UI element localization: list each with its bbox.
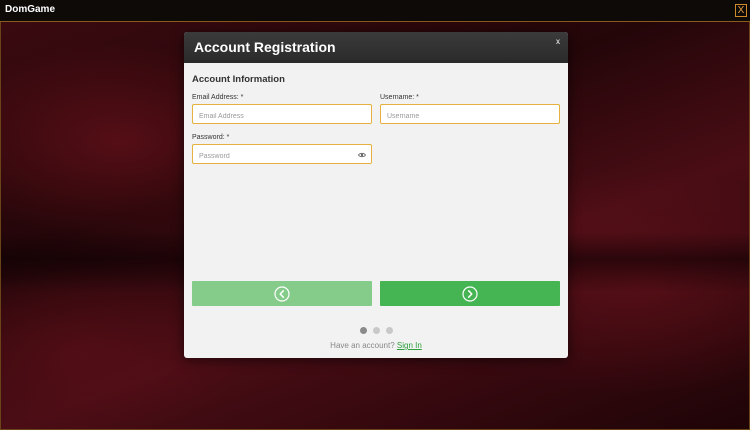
username-input[interactable]: [381, 107, 559, 126]
password-label: Password: *: [192, 134, 230, 141]
step-dot-1[interactable]: [359, 327, 367, 334]
email-input[interactable]: [193, 107, 371, 126]
modal-header: Account Registration x: [184, 32, 568, 63]
password-field-box: [192, 144, 372, 166]
modal-close-button[interactable]: x: [556, 37, 560, 46]
modal-title: Account Registration: [194, 39, 336, 55]
section-title: Account Information: [192, 74, 285, 85]
username-field-box: [380, 104, 560, 126]
step-dot-2[interactable]: [372, 327, 380, 334]
email-field-box: [192, 104, 372, 126]
password-input[interactable]: [193, 147, 371, 166]
signin-link[interactable]: Sign In: [397, 341, 422, 350]
previous-step-button[interactable]: [192, 281, 372, 306]
registration-modal: Account Registration x Account Informati…: [184, 32, 568, 358]
next-step-button[interactable]: [380, 281, 560, 306]
chevron-left-circle-icon: [274, 285, 290, 302]
eye-icon[interactable]: [358, 151, 366, 159]
email-label: Email Address: *: [192, 94, 244, 101]
step-dot-3[interactable]: [385, 327, 393, 334]
username-label: Username: *: [380, 94, 419, 101]
app-title: DomGame: [5, 4, 56, 15]
signin-prompt: Have an account? Sign In: [184, 341, 568, 350]
window-close-button[interactable]: X: [735, 4, 747, 17]
window-titlebar: DomGame X: [0, 0, 750, 22]
chevron-right-circle-icon: [462, 285, 478, 302]
signin-prompt-text: Have an account?: [330, 341, 395, 350]
step-indicator: [184, 321, 568, 339]
